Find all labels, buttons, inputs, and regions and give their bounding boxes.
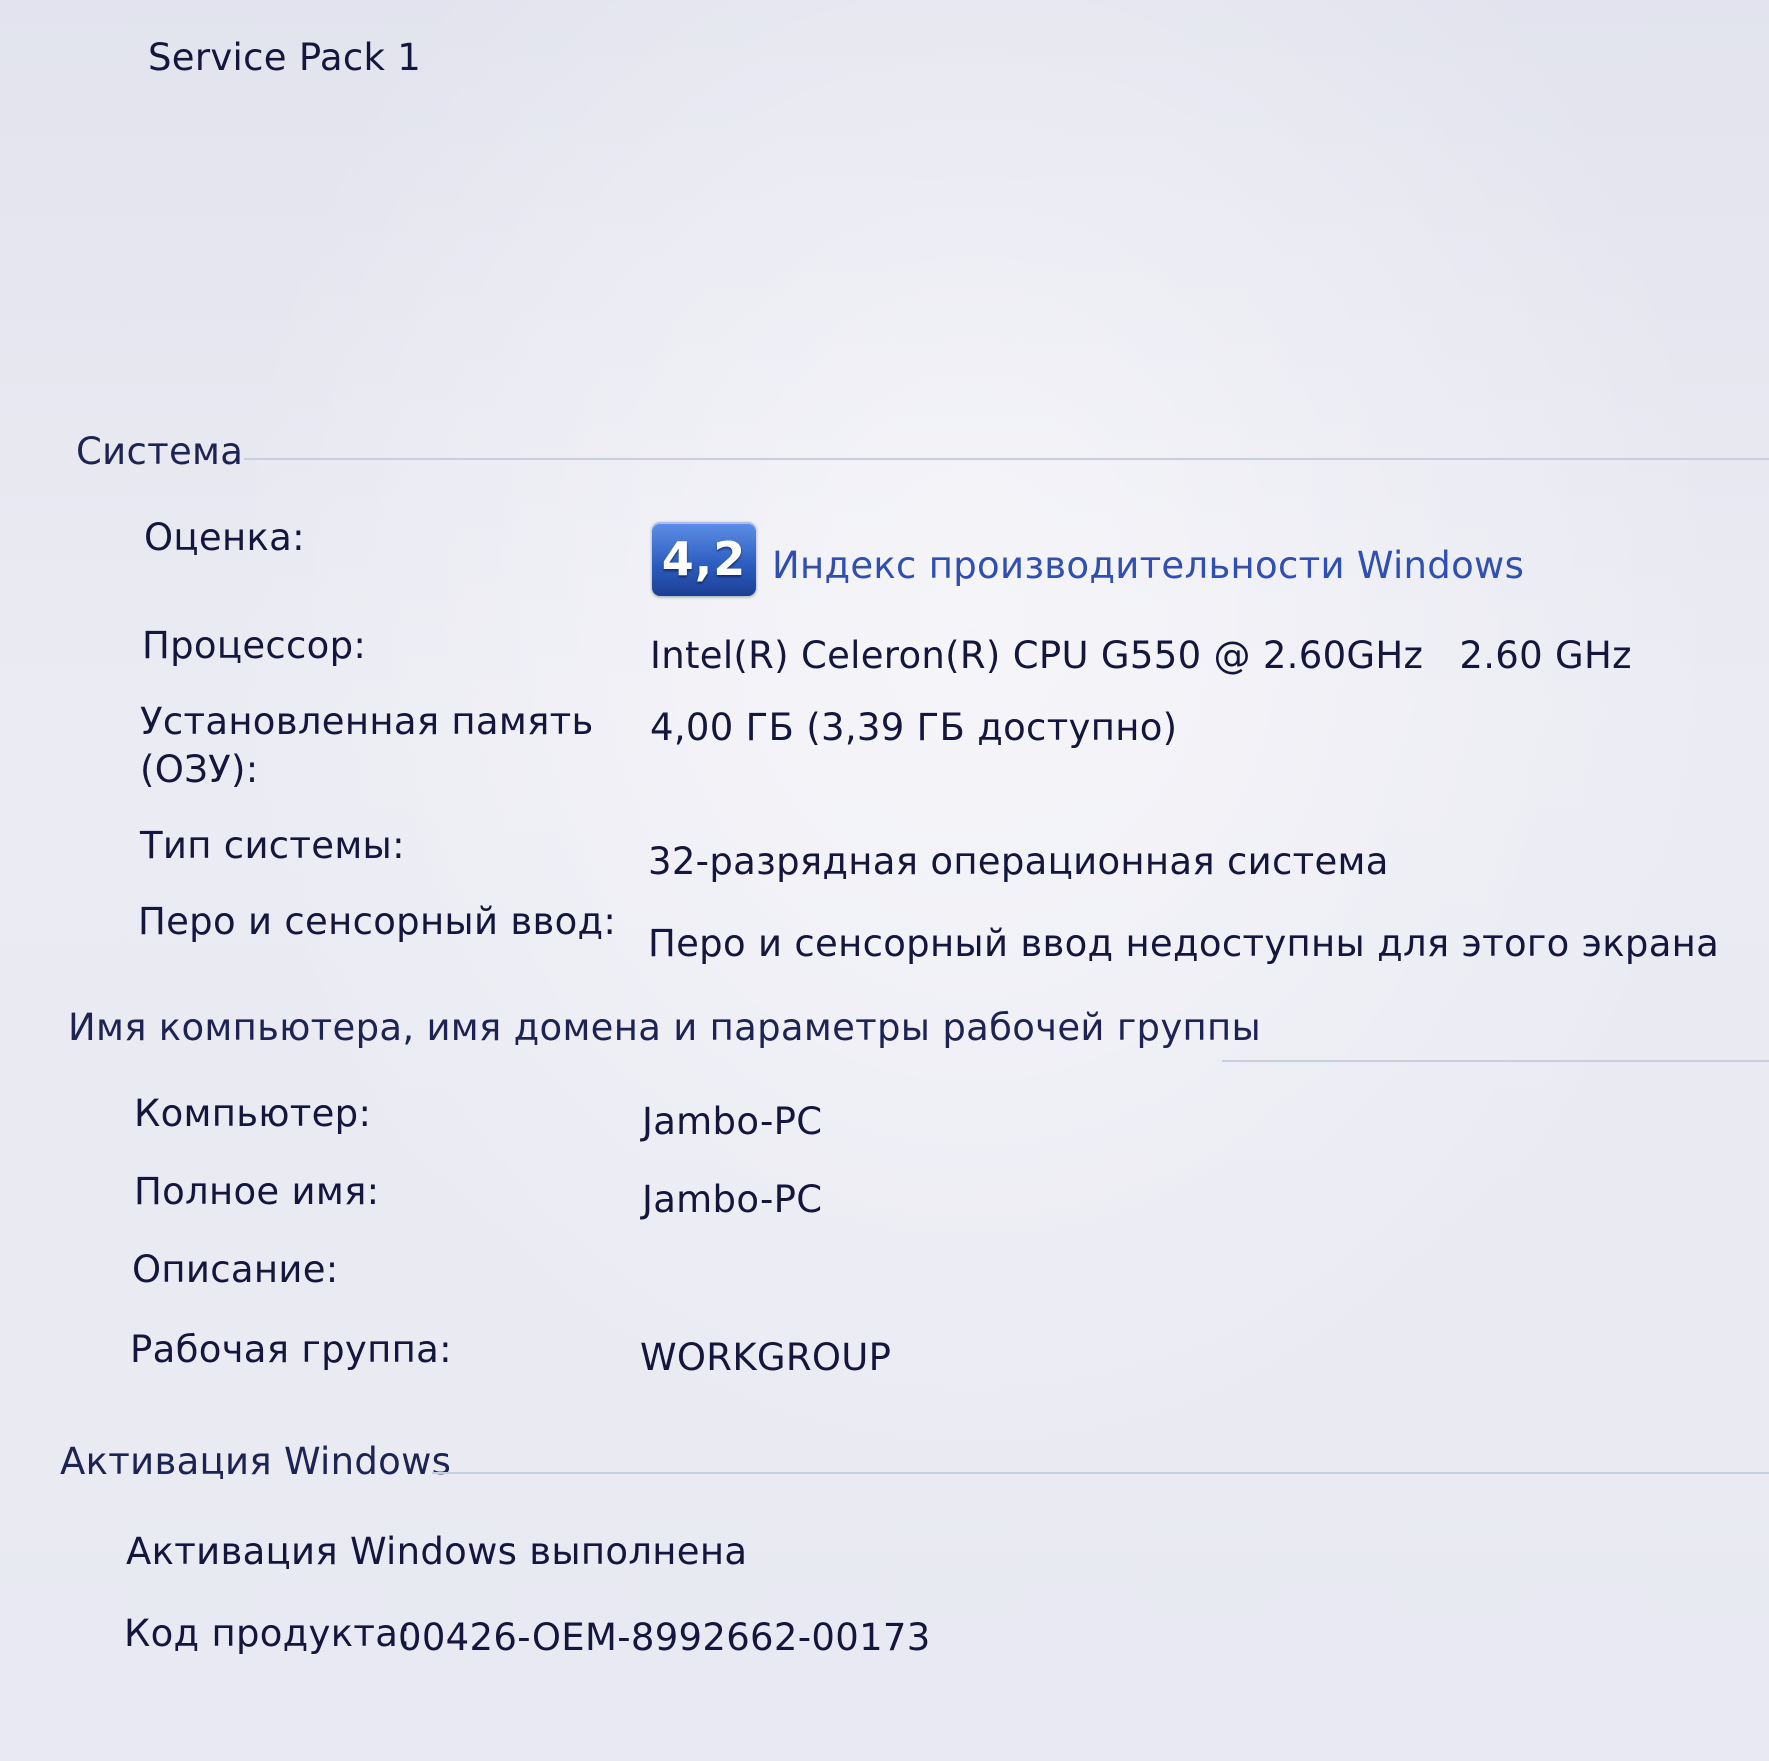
section-divider-system — [244, 458, 1769, 460]
system-properties-window: { "top": { "service_pack": "Service Pack… — [0, 0, 1769, 1761]
memory-label-line1: Установленная память — [140, 700, 594, 743]
workgroup-label: Рабочая группа: — [130, 1328, 452, 1371]
memory-label-line2: (ОЗУ): — [140, 748, 259, 791]
activation-status: Активация Windows выполнена — [126, 1530, 748, 1573]
product-key-label: Код продукта: — [124, 1612, 411, 1655]
computer-value: Jambo-PC — [642, 1100, 823, 1143]
section-heading-system: Система — [76, 430, 244, 473]
system-type-value: 32-разрядная операционная система — [648, 840, 1389, 883]
section-divider-computer-name — [1222, 1060, 1769, 1062]
full-name-value: Jambo-PC — [642, 1178, 823, 1221]
processor-label: Процессор: — [142, 624, 367, 667]
performance-index-link[interactable]: Индекс производительности Windows — [772, 544, 1524, 588]
performance-score-badge[interactable]: 4,2 — [652, 522, 756, 596]
performance-score-value: 4,2 — [661, 532, 747, 586]
processor-value: Intel(R) Celeron(R) CPU G550 @ 2.60GHz 2… — [650, 634, 1632, 677]
description-label: Описание: — [132, 1248, 339, 1291]
section-heading-computer-name: Имя компьютера, имя домена и параметры р… — [68, 1006, 1262, 1049]
pen-touch-value: Перо и сенсорный ввод недоступны для это… — [648, 922, 1720, 965]
full-name-label: Полное имя: — [134, 1170, 380, 1213]
section-heading-activation: Активация Windows — [60, 1440, 452, 1483]
system-type-label: Тип системы: — [140, 824, 405, 867]
pen-touch-label: Перо и сенсорный ввод: — [138, 900, 617, 943]
workgroup-value: WORKGROUP — [640, 1336, 892, 1379]
computer-label: Компьютер: — [134, 1092, 372, 1135]
rating-label: Оценка: — [144, 516, 305, 559]
section-divider-activation — [432, 1472, 1769, 1474]
product-key-value: 00426-OEM-8992662-00173 — [398, 1616, 931, 1659]
service-pack-text: Service Pack 1 — [148, 36, 422, 79]
memory-value: 4,00 ГБ (3,39 ГБ доступно) — [650, 706, 1178, 749]
